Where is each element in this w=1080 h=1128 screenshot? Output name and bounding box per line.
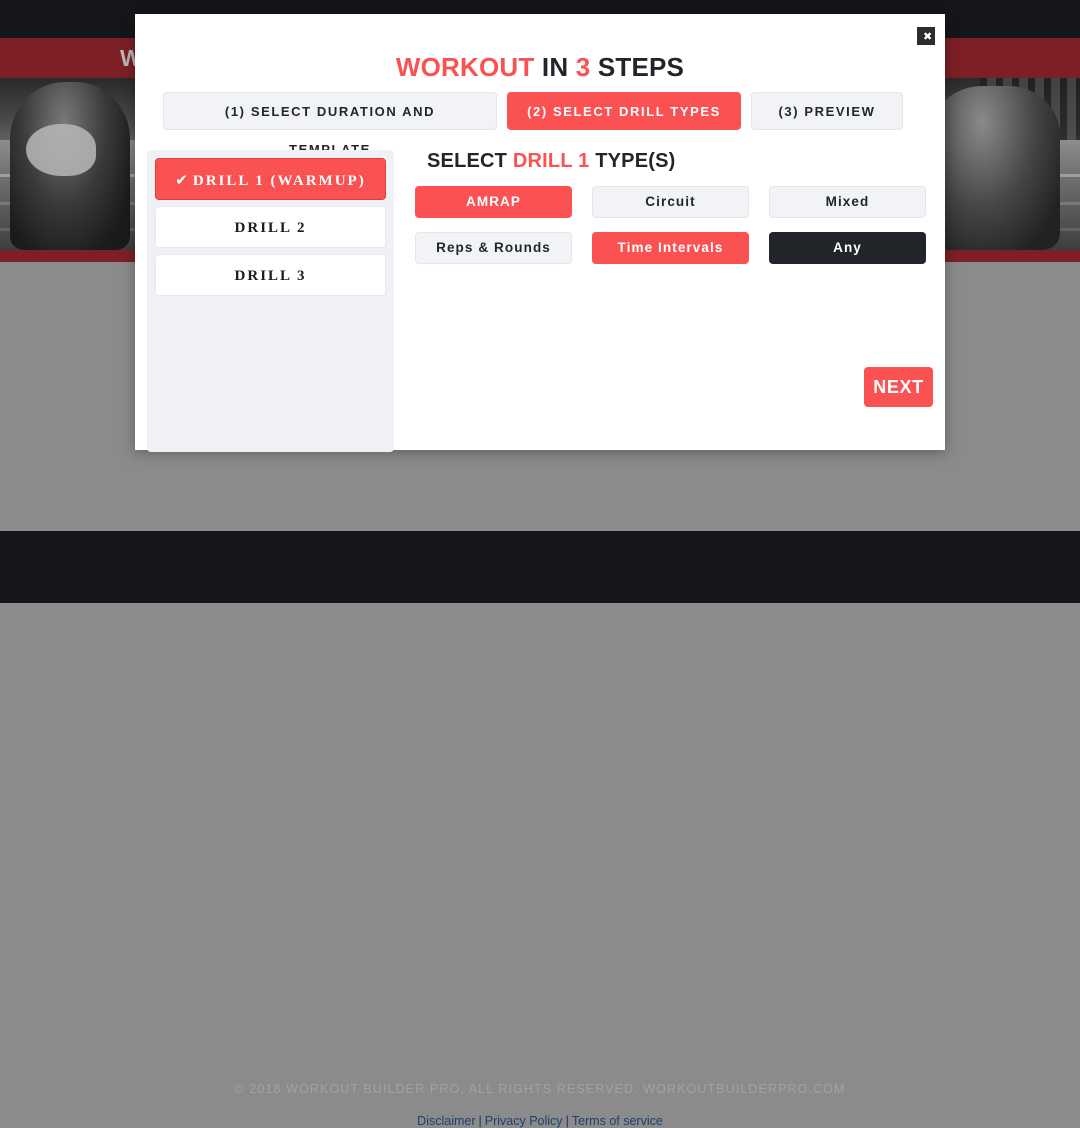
drill-item-1[interactable]: ✔ DRILL 1 (WARMUP) [155, 158, 386, 200]
drill-item-2[interactable]: DRILL 2 [155, 206, 386, 248]
wizard-tabs: (1) SELECT DURATION AND TEMPLATE (2) SEL… [163, 92, 917, 157]
modal-title-word-steps: STEPS [590, 52, 685, 82]
check-icon: ✔ [175, 171, 190, 189]
footer-link-disclaimer[interactable]: Disclaimer [417, 1114, 475, 1128]
drill-type-options: AMRAP Circuit Mixed Reps & Rounds Time I… [415, 186, 927, 264]
footer-links: Disclaimer | Privacy Policy | Terms of servi… [0, 1114, 1080, 1128]
tab-select-drill-types[interactable]: (2) SELECT DRILL TYPES [507, 92, 741, 130]
footer-link-privacy-policy[interactable]: Privacy Policy [485, 1114, 563, 1128]
drill-item-3[interactable]: DRILL 3 [155, 254, 386, 296]
modal-title-word-count: 3 [575, 52, 591, 82]
modal-title: WORKOUT IN 3 STEPS [135, 52, 945, 83]
drill-type-amrap[interactable]: AMRAP [415, 186, 572, 218]
workout-wizard-modal: ✖ WORKOUT IN 3 STEPS (1) SELECT DURATION… [135, 14, 945, 452]
hero-athlete-left-detail [26, 124, 96, 176]
drill-list-panel: ✔ DRILL 1 (WARMUP) DRILL 2 DRILL 3 [147, 150, 394, 452]
footer-link-separator: | [478, 1114, 482, 1128]
drill-type-mixed[interactable]: Mixed [769, 186, 926, 218]
modal-title-word-in: IN [534, 52, 576, 82]
drill-type-time-intervals[interactable]: Time Intervals [592, 232, 749, 264]
site-footer: © 2018 WORKOUT BUILDER PRO, ALL RIGHTS R… [0, 531, 1080, 1128]
drill-type-circuit[interactable]: Circuit [592, 186, 749, 218]
section-title-accent: DRILL 1 [512, 150, 590, 172]
footer-link-terms-of-service[interactable]: Terms of service [572, 1114, 663, 1128]
tab-select-duration-and-template[interactable]: (1) SELECT DURATION AND TEMPLATE [163, 92, 497, 157]
drill-item-label: DRILL 2 [234, 220, 307, 236]
section-title-suffix: TYPE(S) [589, 150, 676, 172]
drill-type-reps-and-rounds[interactable]: Reps & Rounds [415, 232, 572, 264]
hero-athlete-right [930, 86, 1060, 250]
modal-title-word-workout: WORKOUT [395, 52, 535, 82]
drill-item-label: DRILL 3 [234, 268, 307, 284]
section-title: SELECT DRILL 1 TYPE(S) [427, 150, 676, 173]
close-icon[interactable]: ✖ [917, 27, 935, 45]
tab-preview[interactable]: (3) PREVIEW [751, 92, 903, 130]
footer-link-separator: | [565, 1114, 569, 1128]
section-title-prefix: SELECT [427, 150, 513, 172]
next-button[interactable]: NEXT [864, 367, 933, 407]
drill-item-label: DRILL 1 (WARMUP) [192, 173, 366, 189]
footer-copyright: © 2018 WORKOUT BUILDER PRO, ALL RIGHTS R… [234, 1082, 846, 1096]
drill-type-any[interactable]: Any [769, 232, 926, 264]
